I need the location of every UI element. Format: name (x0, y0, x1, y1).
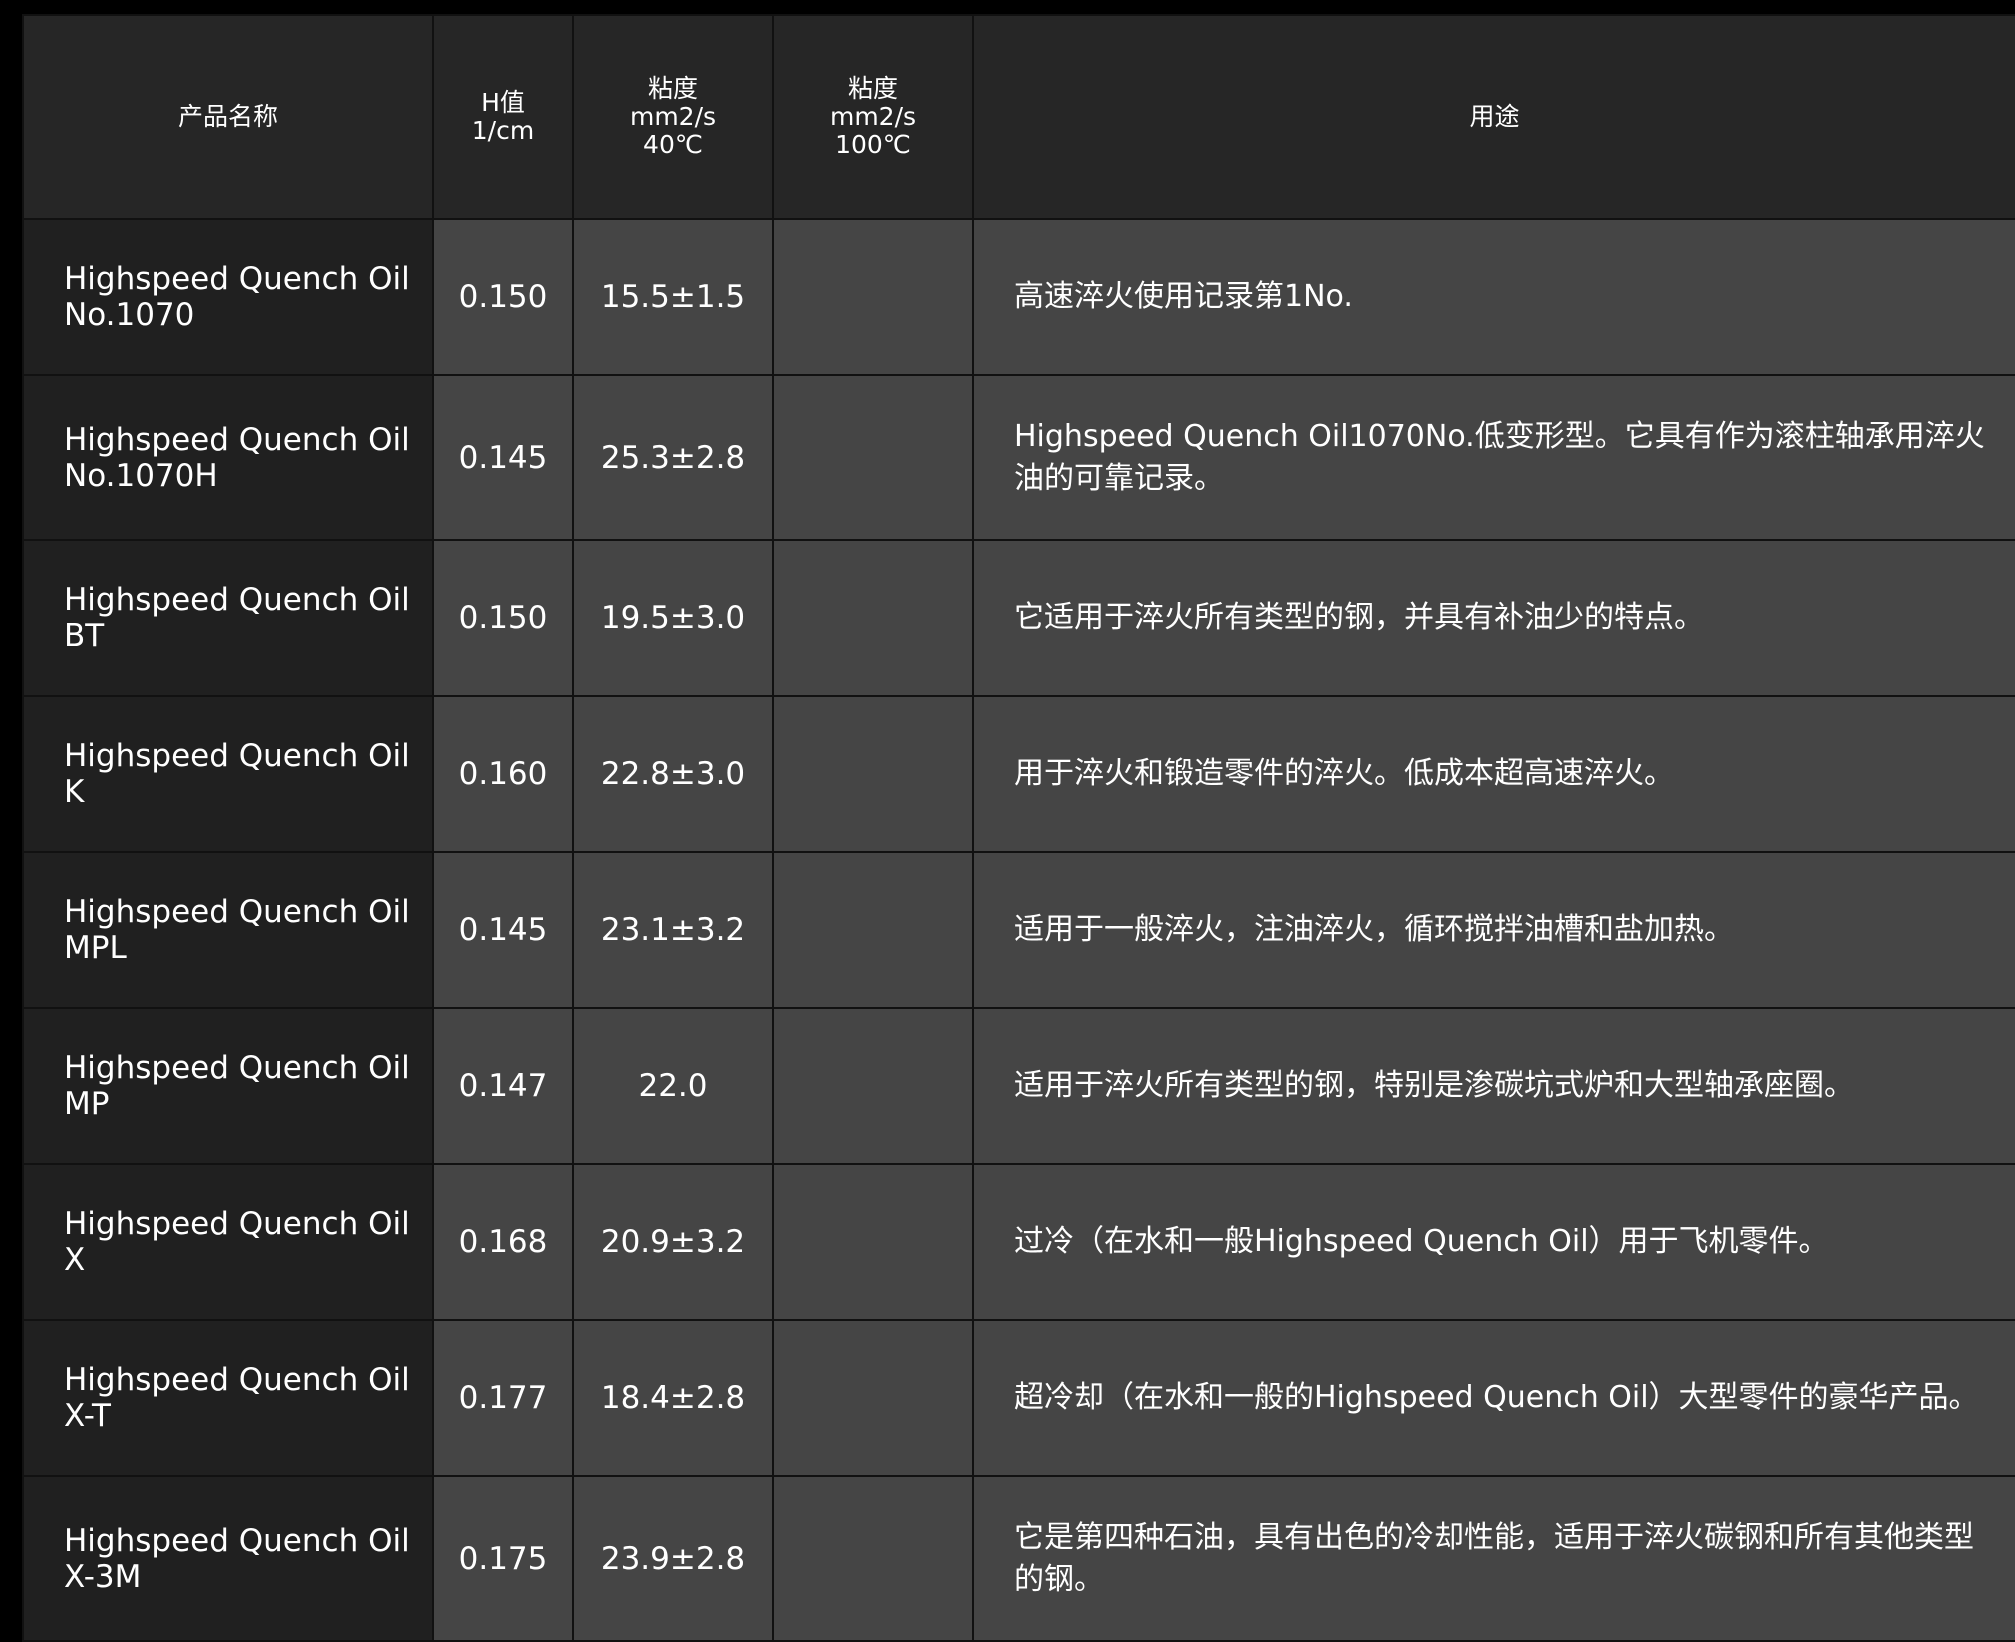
viscosity-40-cell: 18.4±2.8 (572, 1319, 774, 1477)
viscosity-100-cell (772, 1475, 974, 1642)
table-header-row: 产品名称 H值 1/cm 粘度 mm2/s 40℃ 粘度 mm2/s 100℃ … (22, 14, 2015, 220)
viscosity-100-cell (772, 1007, 974, 1165)
header-viscosity-40: 粘度 mm2/s 40℃ (572, 14, 774, 220)
viscosity-40-cell: 23.1±3.2 (572, 851, 774, 1009)
header-product-name: 产品名称 (22, 14, 434, 220)
table-row: Highspeed Quench Oil MP 0.147 22.0 适用于淬火… (22, 1007, 2015, 1165)
h-value-cell: 0.160 (432, 695, 574, 853)
product-table-container: 产品名称 H值 1/cm 粘度 mm2/s 40℃ 粘度 mm2/s 100℃ … (22, 14, 2015, 1642)
h-value-cell: 0.177 (432, 1319, 574, 1477)
header-h-value: H值 1/cm (432, 14, 574, 220)
usage-cell: 过冷（在水和一般Highspeed Quench Oil）用于飞机零件。 (972, 1163, 2015, 1321)
h-value-cell: 0.147 (432, 1007, 574, 1165)
product-name-cell: Highspeed Quench Oil MPL (22, 851, 434, 1009)
product-name-cell: Highspeed Quench Oil No.1070H (22, 374, 434, 541)
table-row: Highspeed Quench Oil X-T 0.177 18.4±2.8 … (22, 1319, 2015, 1477)
usage-cell: Highspeed Quench Oil1070No.低变形型。它具有作为滚柱轴… (972, 374, 2015, 541)
viscosity-100-cell (772, 374, 974, 541)
usage-cell: 用于淬火和锻造零件的淬火。低成本超高速淬火。 (972, 695, 2015, 853)
h-value-cell: 0.150 (432, 218, 574, 376)
product-name-cell: Highspeed Quench Oil MP (22, 1007, 434, 1165)
viscosity-40-cell: 23.9±2.8 (572, 1475, 774, 1642)
viscosity-40-cell: 25.3±2.8 (572, 374, 774, 541)
viscosity-40-cell: 22.0 (572, 1007, 774, 1165)
table-row: Highspeed Quench Oil BT 0.150 19.5±3.0 它… (22, 539, 2015, 697)
table-row: Highspeed Quench Oil X-3M 0.175 23.9±2.8… (22, 1475, 2015, 1642)
viscosity-100-cell (772, 539, 974, 697)
product-table: 产品名称 H值 1/cm 粘度 mm2/s 40℃ 粘度 mm2/s 100℃ … (22, 14, 2015, 1642)
viscosity-40-cell: 15.5±1.5 (572, 218, 774, 376)
h-value-cell: 0.145 (432, 851, 574, 1009)
h-value-cell: 0.175 (432, 1475, 574, 1642)
viscosity-100-cell (772, 695, 974, 853)
header-viscosity-100: 粘度 mm2/s 100℃ (772, 14, 974, 220)
product-name-cell: Highspeed Quench Oil X (22, 1163, 434, 1321)
viscosity-100-cell (772, 1163, 974, 1321)
usage-cell: 超冷却（在水和一般的Highspeed Quench Oil）大型零件的豪华产品… (972, 1319, 2015, 1477)
usage-cell: 它是第四种石油，具有出色的冷却性能，适用于淬火碳钢和所有其他类型的钢。 (972, 1475, 2015, 1642)
table-row: Highspeed Quench Oil X 0.168 20.9±3.2 过冷… (22, 1163, 2015, 1321)
product-name-cell: Highspeed Quench Oil No.1070 (22, 218, 434, 376)
h-value-cell: 0.168 (432, 1163, 574, 1321)
header-usage: 用途 (972, 14, 2015, 220)
viscosity-100-cell (772, 851, 974, 1009)
product-name-cell: Highspeed Quench Oil K (22, 695, 434, 853)
viscosity-100-cell (772, 1319, 974, 1477)
table-row: Highspeed Quench Oil No.1070H 0.145 25.3… (22, 374, 2015, 541)
table-row: Highspeed Quench Oil No.1070 0.150 15.5±… (22, 218, 2015, 376)
viscosity-40-cell: 19.5±3.0 (572, 539, 774, 697)
usage-cell: 高速淬火使用记录第1No. (972, 218, 2015, 376)
usage-cell: 适用于一般淬火，注油淬火，循环搅拌油槽和盐加热。 (972, 851, 2015, 1009)
product-name-cell: Highspeed Quench Oil BT (22, 539, 434, 697)
h-value-cell: 0.145 (432, 374, 574, 541)
viscosity-40-cell: 20.9±3.2 (572, 1163, 774, 1321)
product-name-cell: Highspeed Quench Oil X-T (22, 1319, 434, 1477)
h-value-cell: 0.150 (432, 539, 574, 697)
viscosity-100-cell (772, 218, 974, 376)
usage-cell: 适用于淬火所有类型的钢，特别是渗碳坑式炉和大型轴承座圈。 (972, 1007, 2015, 1165)
viscosity-40-cell: 22.8±3.0 (572, 695, 774, 853)
usage-cell: 它适用于淬火所有类型的钢，并具有补油少的特点。 (972, 539, 2015, 697)
table-row: Highspeed Quench Oil MPL 0.145 23.1±3.2 … (22, 851, 2015, 1009)
product-name-cell: Highspeed Quench Oil X-3M (22, 1475, 434, 1642)
table-row: Highspeed Quench Oil K 0.160 22.8±3.0 用于… (22, 695, 2015, 853)
